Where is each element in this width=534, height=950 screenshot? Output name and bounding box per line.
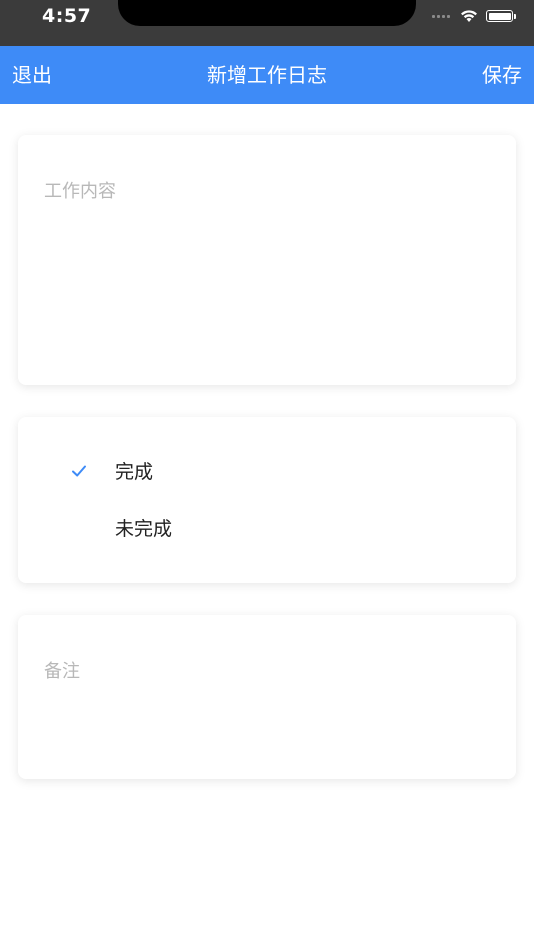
status-option-incomplete[interactable]: 未完成 bbox=[18, 501, 516, 557]
signal-icon bbox=[432, 14, 452, 18]
navigation-bar: 退出 新增工作日志 保存 bbox=[0, 46, 534, 104]
status-option-complete[interactable]: 完成 bbox=[18, 444, 516, 500]
status-option-label: 完成 bbox=[115, 461, 154, 483]
status-icons bbox=[432, 6, 516, 26]
work-content-card bbox=[18, 135, 516, 385]
save-button[interactable]: 保存 bbox=[482, 46, 522, 104]
wifi-icon bbox=[461, 10, 477, 22]
notes-card bbox=[18, 615, 516, 779]
checkmark-icon bbox=[72, 465, 86, 477]
page-title: 新增工作日志 bbox=[207, 63, 327, 87]
battery-tip bbox=[514, 13, 516, 19]
status-time: 4:57 bbox=[42, 5, 92, 27]
status-bar: 4:57 bbox=[0, 0, 534, 46]
notes-input[interactable] bbox=[18, 615, 516, 779]
battery-icon bbox=[486, 10, 513, 22]
status-option-label: 未完成 bbox=[115, 518, 173, 540]
work-content-input[interactable] bbox=[18, 135, 516, 385]
completion-status-card: 完成 未完成 bbox=[18, 417, 516, 583]
notch bbox=[118, 0, 416, 26]
